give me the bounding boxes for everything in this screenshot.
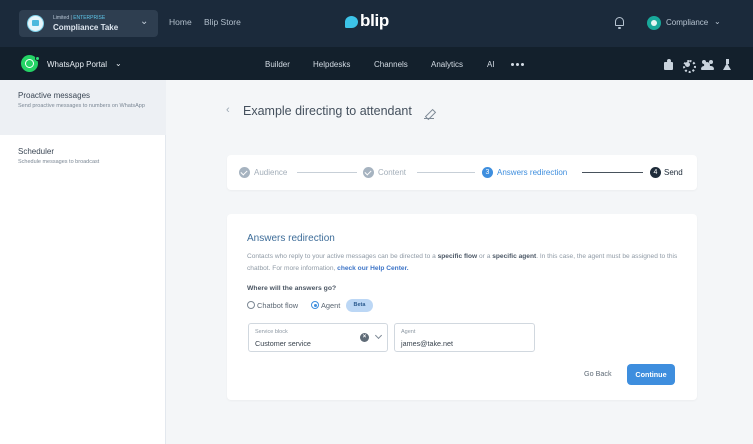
service-block-select[interactable]: Service block Customer service × [248,323,388,352]
account-avatar-icon [647,16,661,30]
account-name: Compliance [666,18,709,27]
field-label: Service block [255,329,288,335]
tab-ai[interactable]: AI [487,60,495,69]
sidebar-item-proactive-messages[interactable]: Proactive messages Send proactive messag… [0,80,166,135]
tab-analytics[interactable]: Analytics [431,60,463,69]
radio-chatbot-flow[interactable] [247,301,255,309]
chevron-down-icon: ⌄ [714,17,721,26]
status-dot-icon [35,56,40,61]
more-icon[interactable] [511,63,525,66]
step-connector [582,172,643,173]
help-center-link[interactable]: check our Help Center. [337,265,408,272]
step-connector [417,172,475,173]
plan-enterprise: ENTERPRISE [73,15,106,21]
field-value: james@take.net [401,339,454,348]
go-back-button[interactable]: Go Back [584,369,612,378]
step-answers-redirection[interactable]: Answers redirection [497,168,567,177]
chevron-down-icon[interactable]: ⌄ [115,59,122,68]
field-label: Agent [401,329,416,335]
tab-channels[interactable]: Channels [374,60,408,69]
check-icon [363,167,374,178]
portal-selector[interactable]: WhatsApp Portal [47,60,107,69]
pencil-icon[interactable] [424,109,434,119]
plan-prefix: Limited | [53,15,74,21]
radio-chatbot-flow-label[interactable]: Chatbot flow [257,301,298,310]
team-icon[interactable] [701,59,714,70]
radio-agent[interactable] [311,301,319,309]
desc-text: or a [477,253,493,260]
step-connector [297,172,357,173]
step-audience[interactable]: Audience [254,168,287,177]
radio-agent-label[interactable]: Agent [321,301,340,310]
desc-text: Contacts who reply to your active messag… [247,253,438,260]
section-title: Answers redirection [247,233,335,244]
desc-emphasis: specific agent [492,253,537,260]
sidebar-item-title: Proactive messages [18,91,91,100]
gear-icon[interactable] [682,59,696,73]
blip-bubble-icon [345,16,358,28]
sidebar-item-title: Scheduler [18,147,55,156]
organization-name: Compliance Take [53,23,119,32]
puzzle-icon[interactable] [663,59,674,70]
back-arrow-icon[interactable]: ‹ [226,104,230,116]
top-bar: Limited | ENTERPRISE Compliance Take ⌄ H… [0,0,753,47]
step-number-badge: 3 [482,167,493,178]
beta-badge: Beta [346,299,373,312]
clear-icon[interactable]: × [360,333,369,342]
sidebar-item-description: Send proactive messages to numbers on Wh… [18,103,145,109]
nav-home-link[interactable]: Home [169,17,192,27]
tab-builder[interactable]: Builder [265,60,290,69]
continue-button[interactable]: Continue [627,364,675,385]
step-content[interactable]: Content [378,168,406,177]
organization-icon [27,15,44,32]
stepper: Audience Content 3 Answers redirection 4… [227,155,697,190]
organization-selector[interactable]: Limited | ENTERPRISE Compliance Take ⌄ [19,10,158,37]
bell-icon-clapper [618,27,621,29]
sidebar-item-scheduler[interactable]: Scheduler Schedule messages to broadcast [0,140,166,174]
bell-icon-body [615,17,624,26]
nav-blip-store-link[interactable]: Blip Store [204,17,241,27]
sidebar: Proactive messages Send proactive messag… [0,80,166,444]
desc-emphasis: specific flow [437,253,478,260]
chevron-down-icon: ⌄ [140,16,149,27]
step-number-badge: 4 [650,167,661,178]
sidebar-item-description: Schedule messages to broadcast [18,159,100,165]
blip-wordmark: blip [360,11,390,30]
tab-helpdesks[interactable]: Helpdesks [313,60,350,69]
redirect-question: Where will the answers go? [247,285,337,292]
bell-icon[interactable] [614,17,625,29]
section-description: Contacts who reply to your active messag… [247,251,683,274]
organization-plan: Limited | ENTERPRISE [53,15,105,21]
field-value: Customer service [255,339,311,348]
sub-navigation-bar: WhatsApp Portal ⌄ Builder Helpdesks Chan… [0,47,753,80]
chevron-down-icon[interactable] [376,333,382,339]
step-send[interactable]: Send [664,168,683,177]
agent-input[interactable]: Agent james@take.net [394,323,535,352]
flask-icon[interactable] [722,59,733,70]
check-icon [239,167,250,178]
page-title: Example directing to attendant [243,104,412,118]
